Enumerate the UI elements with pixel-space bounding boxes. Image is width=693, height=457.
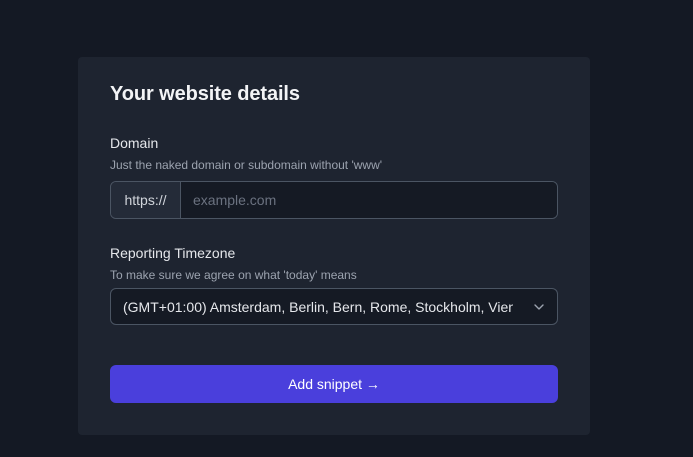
timezone-label: Reporting Timezone xyxy=(110,245,236,261)
domain-prefix: https:// xyxy=(111,182,181,218)
timezone-select[interactable]: (GMT+01:00) Amsterdam, Berlin, Bern, Rom… xyxy=(110,288,558,325)
domain-label: Domain xyxy=(110,135,159,151)
domain-input[interactable] xyxy=(181,182,557,218)
form-title: Your website details xyxy=(110,83,300,105)
timezone-help-text: To make sure we agree on what 'today' me… xyxy=(110,268,357,282)
domain-input-group: https:// xyxy=(110,181,558,219)
chevron-down-icon xyxy=(533,301,545,313)
timezone-selected-value: (GMT+01:00) Amsterdam, Berlin, Bern, Rom… xyxy=(123,298,513,315)
add-snippet-button[interactable]: Add snippet → xyxy=(110,365,558,403)
domain-help-text: Just the naked domain or subdomain witho… xyxy=(110,158,383,172)
website-details-card: Your website details Domain Just the nak… xyxy=(78,57,590,435)
